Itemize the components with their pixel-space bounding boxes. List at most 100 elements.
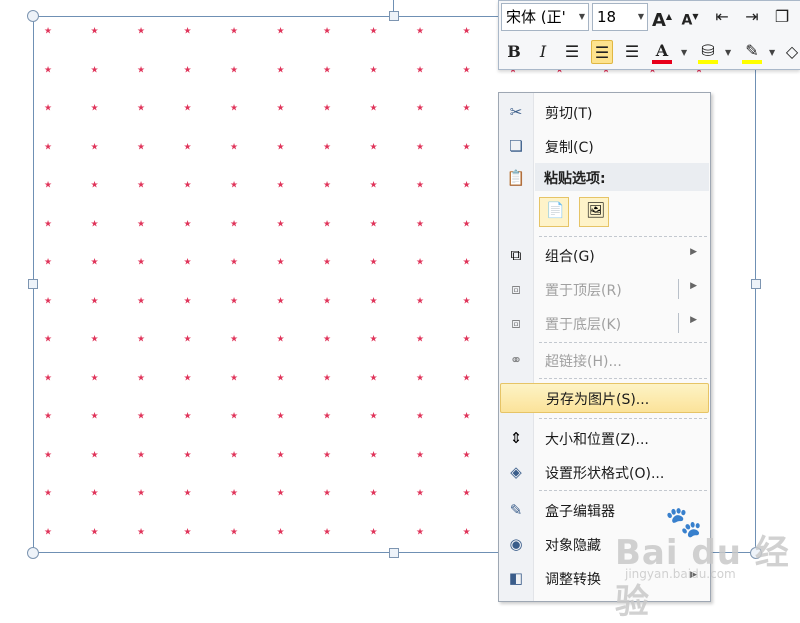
submenu-arrow-icon: ▶ [690,281,697,291]
chevron-down-icon[interactable]: ▼ [769,48,775,57]
resize-handle-left[interactable] [28,279,38,289]
transform-icon: ◧ [508,569,524,587]
clipboard-icon: 📋 [506,169,526,187]
menu-item-label: 设置形状格式(O)... [545,466,665,482]
paste-keep-icon: 📄 [546,201,565,219]
menu-item-label: 另存为图片(S)... [546,392,650,408]
menu-separator [539,490,707,491]
menu-item-hyperlink: ⚭ 超链接(H)... [500,345,709,375]
align-right-button[interactable]: ☰ [621,40,643,64]
resize-handle-top[interactable] [389,11,399,21]
paste-as-picture-button[interactable]: 🖼 [579,197,609,227]
increase-indent-button[interactable]: ⇥ [741,5,763,29]
shape-button[interactable]: ❐ [771,5,793,29]
menu-item-label: 调整转换 [545,572,601,588]
shape-icon: ❐ [774,7,790,26]
hide-eye-icon: ◉ [509,535,523,553]
menu-item-save-as-picture[interactable]: 另存为图片(S)... [500,383,709,413]
bold-button[interactable]: B [503,40,525,64]
menu-item-send-to-back: ⧈ 置于底层(K) ▶ [500,308,709,338]
menu-item-label: 剪切(T) [545,106,593,122]
resize-handle-bottom-left[interactable] [27,547,39,559]
split-divider [678,313,679,333]
fill-color-swatch [698,60,718,64]
bring-front-icon: ⧈ [511,280,521,298]
submenu-arrow-icon: ▶ [690,247,697,257]
menu-item-label: 复制(C) [545,140,594,156]
submenu-arrow-icon: ▶ [690,315,697,325]
scissors-icon: ✂ [509,103,523,121]
chevron-down-icon[interactable]: ▼ [638,4,644,30]
align-left-button[interactable]: ☰ [561,40,583,64]
outline-color-button[interactable]: ✎ [741,39,763,64]
rotation-handle-line [393,0,394,12]
resize-handle-top-left[interactable] [27,10,39,22]
menu-item-bring-to-front: ⧈ 置于顶层(R) ▶ [500,274,709,304]
align-center-button[interactable]: ☰ [591,40,613,64]
italic-button[interactable]: I [532,40,554,64]
menu-item-group[interactable]: ⧉ 组合(G) ▶ [500,240,709,270]
menu-item-format-shape[interactable]: ◈ 设置形状格式(O)... [500,457,709,487]
menu-item-copy[interactable]: ❏ 复制(C) [500,131,709,161]
watermark-url: jingyan.baidu.com [625,567,736,581]
font-color-button[interactable]: A [651,39,673,64]
menu-item-label: 大小和位置(Z)... [545,432,649,448]
menu-item-label: 置于底层(K) [545,317,622,333]
menu-separator [539,378,707,379]
font-color-icon: A [655,41,669,60]
copy-icon: ❏ [509,137,523,155]
mini-toolbar: 宋体 (正' ▼ 18 ▼ A▲ A▼ ⇤ ⇥ ❐ B I ☰ ☰ ☰ A ▼ … [498,0,800,70]
align-center-icon: ☰ [594,43,610,62]
paste-options-label: 粘贴选项: [544,171,606,187]
menu-item-label: 盒子编辑器 [545,504,615,520]
font-size-value: 18 [597,8,617,26]
shrink-font-icon: A [681,12,693,29]
menu-separator [539,236,707,237]
menu-item-cut[interactable]: ✂ 剪切(T) [500,97,709,127]
increase-indent-icon: ⇥ [745,7,759,26]
paste-keep-source-button[interactable]: 📄 [539,197,569,227]
chevron-down-icon[interactable]: ▼ [725,48,731,57]
mini-toolbar-row-1: 宋体 (正' ▼ 18 ▼ A▲ A▼ ⇤ ⇥ ❐ [499,2,800,34]
font-name-value: 宋体 (正' [506,8,566,26]
chevron-down-icon[interactable]: ▼ [681,48,687,57]
align-right-icon: ☰ [624,42,640,61]
decrease-indent-button[interactable]: ⇤ [711,5,733,29]
align-left-icon: ☰ [564,42,580,61]
bold-icon: B [507,42,521,61]
eraser-icon: ◇ [785,42,799,61]
shrink-font-button[interactable]: A▼ [679,5,701,29]
eraser-button[interactable]: ◇ [781,40,800,64]
watermark: 🐾 Bai du 经验 jingyan.baidu.com [615,505,795,622]
menu-item-label: 置于顶层(R) [545,283,622,299]
italic-icon: I [539,42,547,61]
resize-handle-bottom[interactable] [389,548,399,558]
hyperlink-icon: ⚭ [509,351,523,369]
menu-item-label: 对象隐藏 [545,538,601,554]
group-icon: ⧉ [510,246,522,264]
pen-outline-icon: ✎ [745,41,759,60]
menu-separator [539,418,707,419]
send-back-icon: ⧈ [511,314,521,332]
outline-color-swatch [742,60,762,64]
size-position-icon: ⇕ [509,429,523,447]
menu-item-label: 超链接(H)... [545,354,622,370]
menu-separator [539,342,707,343]
paint-bucket-icon: ⛁ [701,41,715,60]
edit-icon: ✎ [509,501,523,519]
resize-handle-right[interactable] [751,279,761,289]
fill-color-button[interactable]: ⛁ [697,39,719,64]
font-size-combo[interactable]: 18 ▼ [592,3,648,31]
grow-font-icon: A [651,10,666,31]
split-divider [678,279,679,299]
menu-item-size-position[interactable]: ⇕ 大小和位置(Z)... [500,423,709,453]
format-shape-icon: ◈ [510,463,522,481]
document-canvas: ★ ★ ★ ★ ★ ★ ★ ★ ★ ★ ★ ★ ★ ★ ★ ★ ★ ★ ★ ★ ★ ★ ★ ★ ★ ★ ★ ★ ★ ★ ★ ★ ★ ★ ★ ★ ★ ★ ★ ★… [0,0,800,622]
paste-options-header: 粘贴选项: [535,163,709,191]
font-name-combo[interactable]: 宋体 (正' ▼ [501,3,589,31]
chevron-down-icon[interactable]: ▼ [579,4,585,30]
decrease-indent-icon: ⇤ [715,7,729,26]
grow-font-button[interactable]: A▲ [651,5,673,31]
menu-item-label: 组合(G) [545,249,595,265]
font-color-swatch [652,60,672,64]
